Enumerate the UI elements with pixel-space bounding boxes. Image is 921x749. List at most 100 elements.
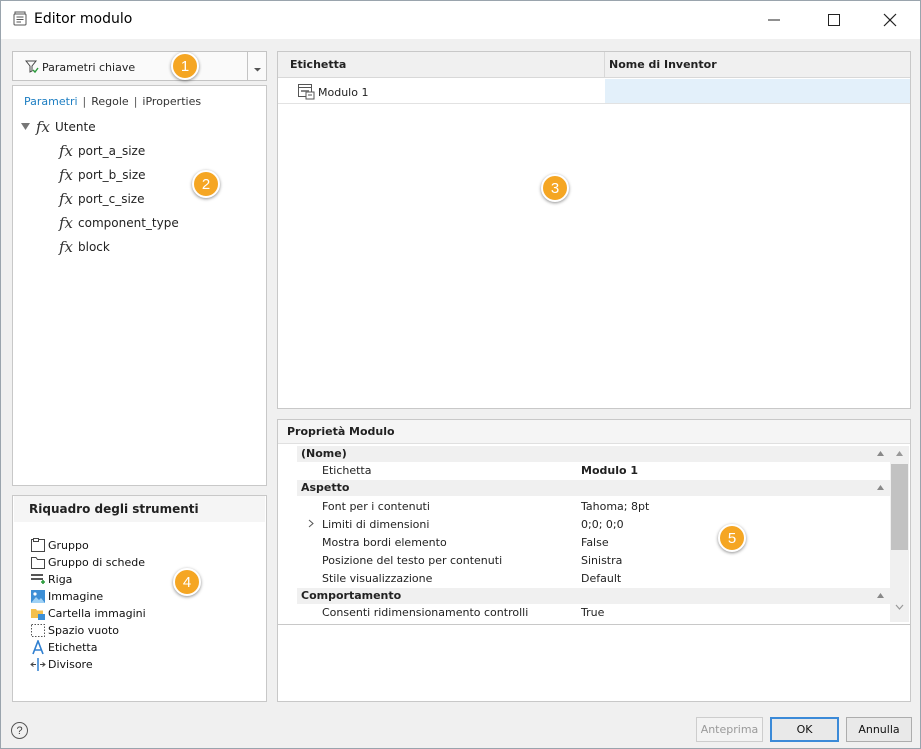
- tree-item-param[interactable]: fx component_type: [59, 214, 179, 232]
- minimize-button[interactable]: [751, 1, 797, 39]
- tool-label: Immagine: [48, 590, 104, 603]
- param-label: port_b_size: [78, 168, 146, 182]
- minimize-icon: [768, 19, 780, 21]
- property-row[interactable]: Font per i contenuti Tahoma; 8pt: [297, 498, 890, 516]
- chevron-down-icon[interactable]: [253, 63, 262, 76]
- function-icon: fx: [36, 118, 51, 136]
- column-separator[interactable]: [604, 52, 605, 78]
- tab-iproperties[interactable]: iProperties: [142, 95, 201, 108]
- collapse-caret-icon[interactable]: [877, 485, 884, 490]
- tool-image[interactable]: Immagine: [30, 589, 103, 604]
- close-icon: [883, 13, 897, 27]
- tree-item-param[interactable]: fx port_c_size: [59, 190, 144, 208]
- collapse-caret-icon[interactable]: [877, 593, 884, 598]
- tree-node-user[interactable]: fx Utente: [21, 118, 96, 136]
- properties-title: Proprietà: [287, 425, 346, 438]
- scrollbar-thumb[interactable]: [891, 464, 908, 550]
- property-row[interactable]: Consenti ridimensionamento controlli Tru…: [297, 604, 890, 622]
- preview-button[interactable]: Anteprima: [696, 717, 763, 742]
- form-layout-grid: Etichetta Nome di Inventor Modulo 1: [277, 51, 911, 409]
- column-header-inventor-name[interactable]: Nome di Inventor: [609, 58, 717, 71]
- tool-label: Cartella immagini: [48, 607, 146, 620]
- grid-row[interactable]: Modulo 1: [278, 79, 910, 104]
- collapse-triangle-icon[interactable]: [21, 123, 30, 131]
- scroll-down-icon[interactable]: [895, 604, 904, 610]
- function-icon: fx: [59, 238, 74, 256]
- property-row[interactable]: Posizione del testo per contenuti Sinist…: [297, 552, 890, 570]
- property-name: Consenti ridimensionamento controlli: [322, 606, 529, 619]
- row-icon: [31, 574, 45, 584]
- splitter-icon: [30, 658, 46, 671]
- close-button[interactable]: [867, 1, 913, 39]
- property-value[interactable]: Tahoma; 8pt: [581, 500, 649, 513]
- form-editor-icon: [12, 11, 28, 27]
- property-row[interactable]: Etichetta Modulo 1: [297, 462, 890, 480]
- collapse-caret-icon[interactable]: [877, 451, 884, 456]
- tree-item-param[interactable]: fx port_b_size: [59, 166, 146, 184]
- tool-image-folder[interactable]: Cartella immagini: [30, 606, 146, 621]
- tree-item-param[interactable]: fx block: [59, 238, 110, 256]
- ok-button[interactable]: OK: [770, 717, 839, 742]
- tool-tab-group[interactable]: Gruppo di schede: [30, 555, 145, 570]
- property-value[interactable]: True: [581, 606, 604, 619]
- callout-badge-1: 1: [171, 52, 199, 80]
- property-value[interactable]: Default: [581, 572, 621, 585]
- property-value[interactable]: False: [581, 536, 609, 549]
- property-value[interactable]: Sinistra: [581, 554, 622, 567]
- function-icon: fx: [59, 214, 74, 232]
- tool-group[interactable]: Gruppo: [30, 538, 89, 553]
- property-name: Font per i contenuti: [322, 500, 430, 513]
- function-icon: fx: [59, 166, 74, 184]
- column-header-label[interactable]: Etichetta: [290, 58, 346, 71]
- expand-chevron-icon[interactable]: [308, 519, 314, 528]
- tool-label: Etichetta: [48, 641, 98, 654]
- tool-row[interactable]: Riga: [30, 572, 72, 587]
- filter-icon: [24, 60, 39, 77]
- property-row[interactable]: Limiti di dimensioni 0;0; 0;0: [297, 516, 890, 534]
- property-name: Limiti di dimensioni: [322, 518, 430, 531]
- form-editor-window: Editor modulo Parametri chiave Parametri…: [0, 0, 921, 749]
- properties-header: Proprietà Modulo: [278, 420, 910, 444]
- image-icon: [31, 590, 45, 603]
- tab-parameters[interactable]: Parametri: [24, 95, 78, 108]
- tool-splitter[interactable]: Divisore: [30, 657, 93, 672]
- property-value[interactable]: Modulo 1: [581, 464, 638, 477]
- scroll-up-icon[interactable]: [896, 451, 903, 456]
- tool-empty-space[interactable]: Spazio vuoto: [30, 623, 119, 638]
- row-inventor-name-cell[interactable]: [605, 79, 910, 103]
- tab-rules[interactable]: Regole: [91, 95, 128, 108]
- property-row[interactable]: Mostra bordi elemento False: [297, 534, 890, 552]
- tool-label[interactable]: Etichetta: [30, 640, 97, 655]
- tool-label: Spazio vuoto: [48, 624, 120, 637]
- empty-space-icon: [31, 624, 45, 637]
- tree-item-param[interactable]: fx port_a_size: [59, 142, 145, 160]
- param-label: component_type: [78, 216, 179, 230]
- cancel-button[interactable]: Annulla: [846, 717, 912, 742]
- function-icon: fx: [59, 190, 74, 208]
- toolbox-title: Riquadro degli strumenti: [29, 502, 199, 516]
- property-category-behavior[interactable]: Comportamento: [297, 588, 890, 604]
- properties-divider: [278, 624, 910, 625]
- callout-badge-3: 3: [541, 174, 569, 202]
- property-category-appearance[interactable]: Aspetto: [297, 480, 890, 496]
- parameter-filter-dropdown[interactable]: Parametri chiave: [12, 51, 267, 81]
- callout-badge-2: 2: [192, 170, 220, 198]
- property-category-name[interactable]: (Nome): [297, 446, 890, 462]
- grid-header: Etichetta Nome di Inventor: [278, 52, 910, 78]
- param-label: block: [78, 240, 110, 254]
- toolbox-panel: Riquadro degli strumenti Gruppo Gruppo d…: [12, 495, 267, 702]
- toolbox-header: Riquadro degli strumenti: [14, 496, 265, 522]
- tab-group-icon: [31, 557, 45, 569]
- properties-scrollbar[interactable]: [890, 446, 909, 622]
- property-name: Posizione del testo per contenuti: [322, 554, 503, 567]
- property-row[interactable]: Stile visualizzazione Default: [297, 570, 890, 588]
- help-icon[interactable]: ?: [11, 722, 28, 739]
- callout-badge-4: 4: [173, 568, 201, 596]
- properties-panel: Proprietà Modulo (Nome) Etichetta Modulo…: [277, 419, 911, 702]
- property-name: Mostra bordi elemento: [322, 536, 447, 549]
- property-value[interactable]: 0;0; 0;0: [581, 518, 624, 531]
- tree-node-label: Utente: [55, 120, 96, 134]
- property-name: Stile visualizzazione: [322, 572, 433, 585]
- maximize-button[interactable]: [811, 1, 857, 39]
- parameters-tree-panel: Parametri | Regole | iProperties fx Utente f…: [12, 85, 267, 486]
